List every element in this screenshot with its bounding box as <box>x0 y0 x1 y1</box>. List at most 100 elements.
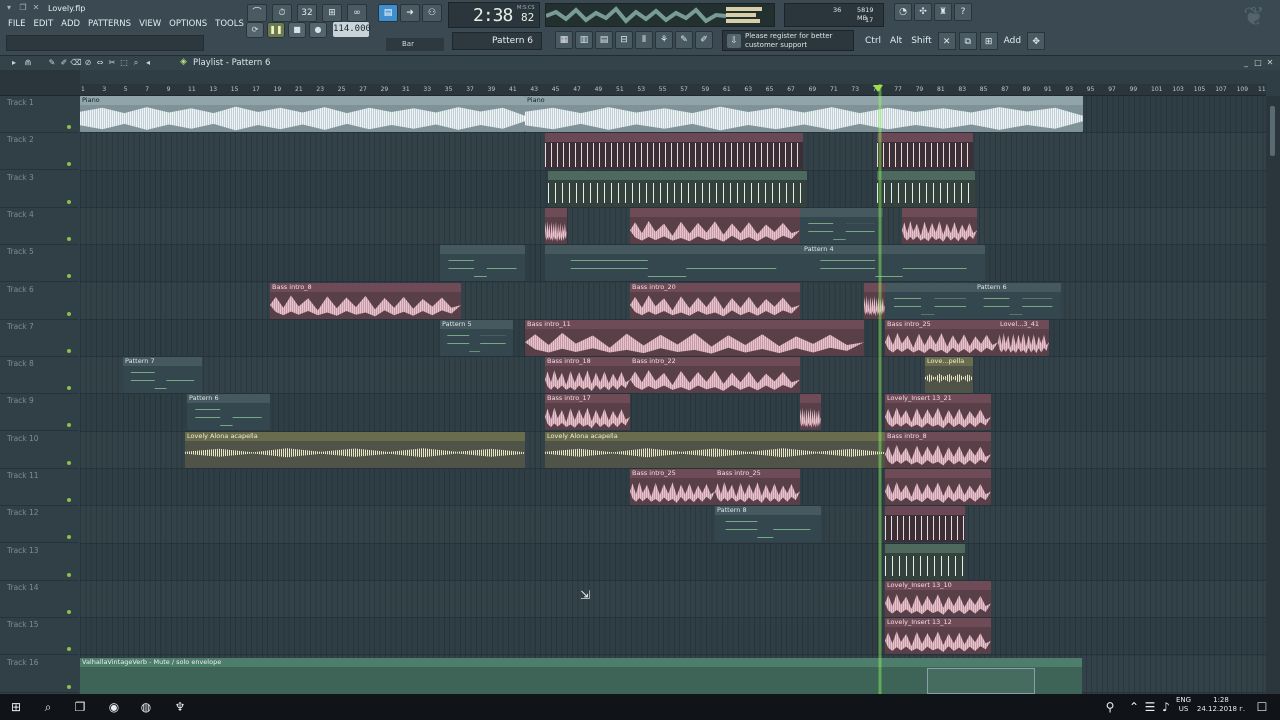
snapshot-icon[interactable]: ⚇ <box>422 4 442 22</box>
track-header[interactable]: Track 11 <box>0 469 78 506</box>
delete-tool-icon[interactable]: ⌫ <box>70 57 82 69</box>
loop-mode-icon[interactable]: ⟳ <box>246 22 264 38</box>
playlist-clip[interactable]: Bass intro_11 <box>525 319 864 356</box>
paint-tool-icon[interactable]: ✐ <box>58 57 70 69</box>
track-mute-led-icon[interactable] <box>67 535 71 540</box>
track-header[interactable]: Track 12 <box>0 506 78 544</box>
scroll-thumb[interactable] <box>1270 106 1275 156</box>
playlist-clip[interactable]: Pattern 6 <box>975 282 1061 319</box>
time-display[interactable]: 2:38 M:S:CS 82 <box>448 2 540 28</box>
playlist-clip[interactable]: Bass intro_25 <box>715 469 800 505</box>
playlist-clip[interactable] <box>877 133 973 170</box>
track-header[interactable]: Track 8 <box>0 357 78 395</box>
playlist-clip[interactable]: Bass intro_8 <box>885 431 991 468</box>
app-menu-icon[interactable]: ▾ <box>4 3 14 13</box>
delete-icon[interactable]: ✕ <box>937 32 956 50</box>
playlist-clip[interactable]: Pattern 7 <box>123 357 202 394</box>
track-mute-led-icon[interactable] <box>67 460 71 465</box>
playlist-clip[interactable]: Pattern 6 <box>187 394 270 431</box>
step-edit-icon[interactable]: ⊞ <box>322 4 342 22</box>
notifications-icon[interactable]: ☐ <box>1252 698 1272 716</box>
track-header[interactable]: Track 13 <box>0 544 78 581</box>
playback-tool-icon[interactable]: ◂ <box>142 57 154 69</box>
playlist-clip[interactable] <box>885 282 975 319</box>
menu-edit[interactable]: EDIT <box>30 18 58 30</box>
add-button[interactable]: Add <box>1000 32 1025 50</box>
playlist-clip[interactable] <box>548 170 807 207</box>
track-mute-led-icon[interactable] <box>67 647 71 652</box>
menu-file[interactable]: FILE <box>4 18 30 30</box>
windows-start-icon[interactable]: ⊞ <box>6 698 26 716</box>
menu-view[interactable]: VIEW <box>135 18 165 30</box>
countdown-icon[interactable]: 32 <box>297 4 317 22</box>
track-header[interactable]: Track 2 <box>0 133 78 171</box>
track-header[interactable]: Track 16 <box>0 656 78 693</box>
playlist-clip[interactable]: Lovely Alona acapella <box>185 431 525 468</box>
slip-tool-icon[interactable]: ⇔ <box>94 57 106 69</box>
minimize-icon[interactable]: _ <box>1240 57 1252 69</box>
track-header[interactable]: Track 3 <box>0 171 78 208</box>
copy-icon[interactable]: ⧉ <box>958 32 977 50</box>
playlist-clip[interactable]: Bass intro_22 <box>630 357 800 394</box>
pen-icon[interactable]: ✐ <box>695 31 713 49</box>
track-lane[interactable] <box>80 506 1266 544</box>
menu-tools[interactable]: TOOLS <box>211 18 248 30</box>
task-view-icon[interactable]: ❐ <box>70 698 90 716</box>
track-mute-led-icon[interactable] <box>67 609 71 614</box>
playlist-clip[interactable]: Bass intro_18 <box>545 357 630 394</box>
playlist-clip[interactable] <box>545 133 803 170</box>
volume-icon[interactable]: ♪ <box>1156 698 1176 716</box>
plugin-picker-icon[interactable]: ✣ <box>914 3 932 21</box>
track-mute-led-icon[interactable] <box>67 162 71 167</box>
people-icon[interactable]: ⚲ <box>1100 698 1120 716</box>
arrow-right-icon[interactable]: ➜ <box>400 4 420 22</box>
playlist-clip[interactable]: Bass intro_25 <box>885 319 998 356</box>
timeline-ruler[interactable]: 1 3 5 7 9 11 13 15 17 19 21 23 25 27 29 31 33 35 37 39 41 43 4… <box>80 84 1266 96</box>
ctrl-key[interactable]: Ctrl <box>862 32 885 50</box>
track-header[interactable]: Track 5 <box>0 245 78 283</box>
track-header[interactable]: Track 6 <box>0 283 78 320</box>
fl-studio-taskbar-icon[interactable]: ♆ <box>170 698 190 716</box>
playhead[interactable] <box>878 84 882 694</box>
search-icon[interactable]: ⌕ <box>38 698 58 716</box>
select-tool-icon[interactable]: ⬚ <box>118 57 130 69</box>
piano-roll-icon[interactable]: ▥ <box>575 31 593 49</box>
track-mute-led-icon[interactable] <box>67 125 71 129</box>
plugin-icon[interactable]: ⚘ <box>655 31 673 49</box>
wrench-icon[interactable]: ✎ <box>675 31 693 49</box>
mixer-icon[interactable]: ⫴ <box>635 31 653 49</box>
playlist-clip[interactable]: Lovely_Insert 13_10 <box>885 580 991 617</box>
track-mute-led-icon[interactable] <box>67 199 71 204</box>
track-header[interactable]: Track 4 <box>0 208 78 245</box>
chrome-icon[interactable]: ◍ <box>136 698 156 716</box>
paste-icon[interactable]: ⊞ <box>979 32 998 50</box>
help-icon[interactable]: ? <box>954 3 972 21</box>
menu-add[interactable]: ADD <box>57 18 84 30</box>
typing-keyboard-icon[interactable]: ⌒ <box>247 4 267 22</box>
draw-tool-icon[interactable]: ✎ <box>46 57 58 69</box>
playlist-clip[interactable] <box>902 207 977 244</box>
record-button[interactable]: ● <box>309 22 327 38</box>
playlist-clip[interactable] <box>800 394 821 431</box>
playlist-clip[interactable]: Pattern 8 <box>715 506 821 543</box>
playlist-clip[interactable] <box>545 207 567 244</box>
slice-tool-icon[interactable]: ✂ <box>106 57 118 69</box>
playlist-clip[interactable]: Piano <box>525 96 1083 132</box>
track-lane[interactable] <box>80 544 1266 581</box>
playlist-clip[interactable]: Pattern 4 <box>802 245 985 282</box>
channel-rack-icon[interactable]: ▤ <box>595 31 613 49</box>
playlist-clip[interactable]: Bass intro_20 <box>630 282 800 319</box>
snap-selector[interactable]: Bar <box>386 38 444 51</box>
magnet-icon[interactable]: ⋒ <box>22 57 34 69</box>
track-header[interactable]: Track 15 <box>0 618 78 656</box>
close-playlist-icon[interactable]: ✕ <box>1264 57 1276 69</box>
playlist-clip[interactable]: Love...pella <box>925 357 973 394</box>
playlist-clip[interactable] <box>440 245 525 282</box>
track-lane[interactable] <box>80 581 1266 619</box>
taskbar-clock[interactable]: 1:28 24.12.2018 г. <box>1196 696 1246 714</box>
track-mute-led-icon[interactable] <box>67 572 71 577</box>
pin-icon[interactable]: ✥ <box>1027 32 1046 50</box>
close-icon[interactable]: ✕ <box>31 3 41 13</box>
tempo-display[interactable]: 114.000 <box>333 22 371 37</box>
playlist-clip[interactable] <box>877 170 975 207</box>
